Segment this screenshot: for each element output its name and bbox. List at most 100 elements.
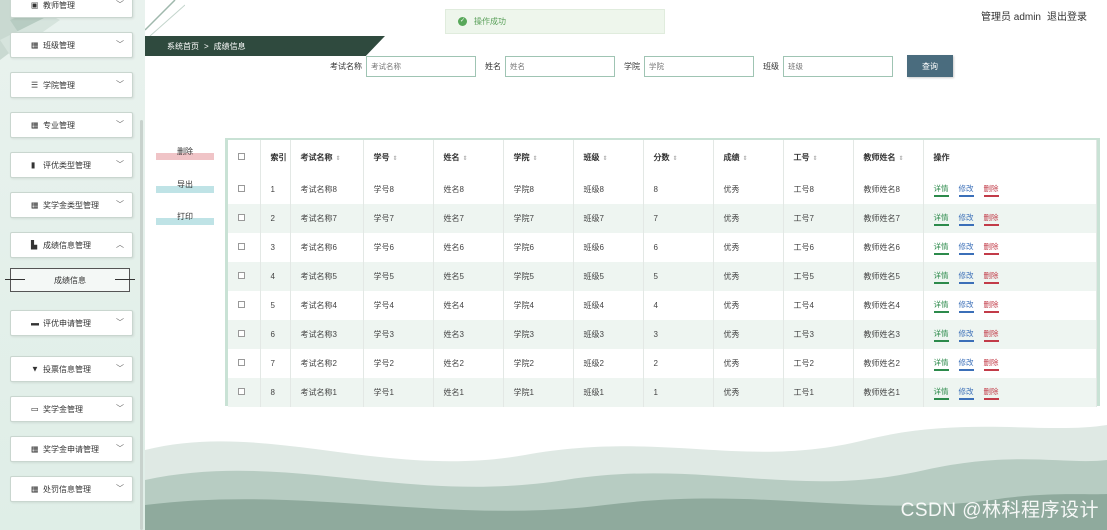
cell-college: 学院2 xyxy=(503,349,574,378)
cell-grade: 优秀 xyxy=(713,378,784,407)
sort-icon[interactable]: ⇕ xyxy=(899,156,904,162)
chevron-down-icon: ﹀ xyxy=(116,363,124,373)
column-header[interactable]: 考试名称 ⇕ xyxy=(290,140,364,175)
delete-link[interactable]: 删除 xyxy=(983,212,999,226)
sidebar-item[interactable]: ▮ 评优类型管理 ﹀ xyxy=(10,152,133,178)
edit-link[interactable]: 修改 xyxy=(958,212,974,226)
logout-link[interactable]: 退出登录 xyxy=(1047,8,1087,23)
list-icon: ☰ xyxy=(31,80,39,90)
sort-icon[interactable]: ⇕ xyxy=(813,156,818,162)
select-all-checkbox[interactable] xyxy=(238,153,245,160)
detail-link[interactable]: 详情 xyxy=(933,386,949,400)
row-checkbox[interactable] xyxy=(238,243,245,250)
user-area: 管理员 admin 退出登录 xyxy=(981,8,1087,23)
sort-icon[interactable]: ⇕ xyxy=(743,156,748,162)
column-header[interactable]: 学院 ⇕ xyxy=(503,140,574,175)
sort-icon[interactable]: ⇕ xyxy=(463,156,468,162)
briefcase-icon: ▭ xyxy=(31,404,39,414)
sidebar-item[interactable]: ▣ 教师管理 ﹀ xyxy=(10,0,133,18)
cell-index: 6 xyxy=(260,320,291,349)
print-button[interactable]: 打印 xyxy=(156,207,214,225)
cell-class: 班级6 xyxy=(573,233,644,262)
cell-grade: 优秀 xyxy=(713,262,784,291)
delete-link[interactable]: 删除 xyxy=(983,328,999,342)
row-checkbox[interactable] xyxy=(238,388,245,395)
breadcrumb-stripes-decoration xyxy=(280,36,364,56)
chevron-down-icon: ﹀ xyxy=(116,0,124,9)
sidebar-item[interactable]: ▦ 奖学金申请管理 ﹀ xyxy=(10,436,133,462)
edit-link[interactable]: 修改 xyxy=(958,183,974,197)
sidebar-item[interactable]: ☰ 学院管理 ﹀ xyxy=(10,72,133,98)
detail-link[interactable]: 详情 xyxy=(933,183,949,197)
column-header[interactable]: 工号 ⇕ xyxy=(783,140,854,175)
sidebar-item[interactable]: ▭ 奖学金管理 ﹀ xyxy=(10,396,133,422)
sort-icon[interactable]: ⇕ xyxy=(336,156,341,162)
column-header[interactable]: 分数 ⇕ xyxy=(643,140,714,175)
edit-link[interactable]: 修改 xyxy=(958,328,974,342)
cell-score: 5 xyxy=(643,262,714,291)
delete-link[interactable]: 删除 xyxy=(983,270,999,284)
export-button[interactable]: 导出 xyxy=(156,175,214,193)
search-input[interactable] xyxy=(505,55,615,77)
search-button[interactable]: 查询 xyxy=(907,55,953,77)
sidebar-item[interactable]: ▼ 投票信息管理 ﹀ xyxy=(10,356,133,382)
row-checkbox[interactable] xyxy=(238,272,245,279)
cell-class: 班级3 xyxy=(573,320,644,349)
grid-icon: ▦ xyxy=(31,484,39,494)
column-header[interactable]: 班级 ⇕ xyxy=(573,140,644,175)
detail-link[interactable]: 详情 xyxy=(933,299,949,313)
search-input[interactable] xyxy=(644,55,754,77)
sidebar-scrollbar[interactable] xyxy=(140,120,143,530)
table-row: 8 考试名称1 学号1 姓名1 学院1 班级1 1 优秀 工号1 教师姓名1 详情 修改 删除 xyxy=(228,378,1097,407)
edit-link[interactable]: 修改 xyxy=(958,386,974,400)
score-table: 索引 考试名称 ⇕ 学号 ⇕ 姓名 ⇕ 学院 ⇕ 班级 ⇕ 分数 ⇕ 成绩 ⇕ 工号 ⇕ 教师姓名 ⇕ 操作 1 考试名… xyxy=(225,138,1100,407)
sidebar-item-label: 评优申请管理 xyxy=(43,318,91,328)
sidebar-item[interactable]: ▦ 班级管理 ﹀ xyxy=(10,32,133,58)
delete-link[interactable]: 删除 xyxy=(983,386,999,400)
sort-icon[interactable]: ⇕ xyxy=(673,156,678,162)
row-checkbox[interactable] xyxy=(238,185,245,192)
sidebar-item[interactable]: ▦ 专业管理 ﹀ xyxy=(10,112,133,138)
cell-tid: 工号8 xyxy=(783,175,854,204)
delete-link[interactable]: 删除 xyxy=(983,299,999,313)
breadcrumb-home[interactable]: 系统首页 xyxy=(167,41,199,52)
detail-link[interactable]: 详情 xyxy=(933,357,949,371)
edit-link[interactable]: 修改 xyxy=(958,299,974,313)
delete-link[interactable]: 删除 xyxy=(983,241,999,255)
success-check-icon: ✓ xyxy=(458,17,467,26)
detail-link[interactable]: 详情 xyxy=(933,241,949,255)
cell-tid: 工号5 xyxy=(783,262,854,291)
detail-link[interactable]: 详情 xyxy=(933,328,949,342)
delete-link[interactable]: 删除 xyxy=(983,183,999,197)
sidebar-item[interactable]: ▦ 奖学金类型管理 ﹀ xyxy=(10,192,133,218)
sidebar-item[interactable]: ▦ 处罚信息管理 ﹀ xyxy=(10,476,133,502)
column-header[interactable]: 学号 ⇕ xyxy=(363,140,434,175)
search-input[interactable] xyxy=(783,55,893,77)
sidebar-subitem-score-info[interactable]: 成绩信息 xyxy=(5,268,135,292)
detail-link[interactable]: 详情 xyxy=(933,270,949,284)
edit-link[interactable]: 修改 xyxy=(958,241,974,255)
edit-link[interactable]: 修改 xyxy=(958,270,974,284)
table-row: 5 考试名称4 学号4 姓名4 学院4 班级4 4 优秀 工号4 教师姓名4 详情 修改 删除 xyxy=(228,291,1097,320)
delete-link[interactable]: 删除 xyxy=(983,357,999,371)
edit-link[interactable]: 修改 xyxy=(958,357,974,371)
column-header[interactable]: 成绩 ⇕ xyxy=(713,140,784,175)
sidebar-item[interactable]: ▙ 成绩信息管理 ︿ xyxy=(10,232,133,258)
column-header[interactable]: 姓名 ⇕ xyxy=(433,140,504,175)
sort-icon[interactable]: ⇕ xyxy=(603,156,608,162)
sort-icon[interactable]: ⇕ xyxy=(533,156,538,162)
column-header[interactable]: 教师姓名 ⇕ xyxy=(853,140,924,175)
search-input[interactable] xyxy=(366,55,476,77)
cell-college: 学院5 xyxy=(503,262,574,291)
row-checkbox[interactable] xyxy=(238,330,245,337)
sidebar-item[interactable]: ▬ 评优申请管理 ﹀ xyxy=(10,310,133,336)
row-checkbox[interactable] xyxy=(238,214,245,221)
row-actions: 详情 修改 删除 xyxy=(923,320,1097,349)
delete-button[interactable]: 删除 xyxy=(156,142,214,160)
row-checkbox[interactable] xyxy=(238,359,245,366)
sort-icon[interactable]: ⇕ xyxy=(393,156,398,162)
row-checkbox[interactable] xyxy=(238,301,245,308)
sidebar-item-label: 成绩信息管理 xyxy=(43,240,91,250)
cell-exam: 考试名称5 xyxy=(290,262,364,291)
detail-link[interactable]: 详情 xyxy=(933,212,949,226)
